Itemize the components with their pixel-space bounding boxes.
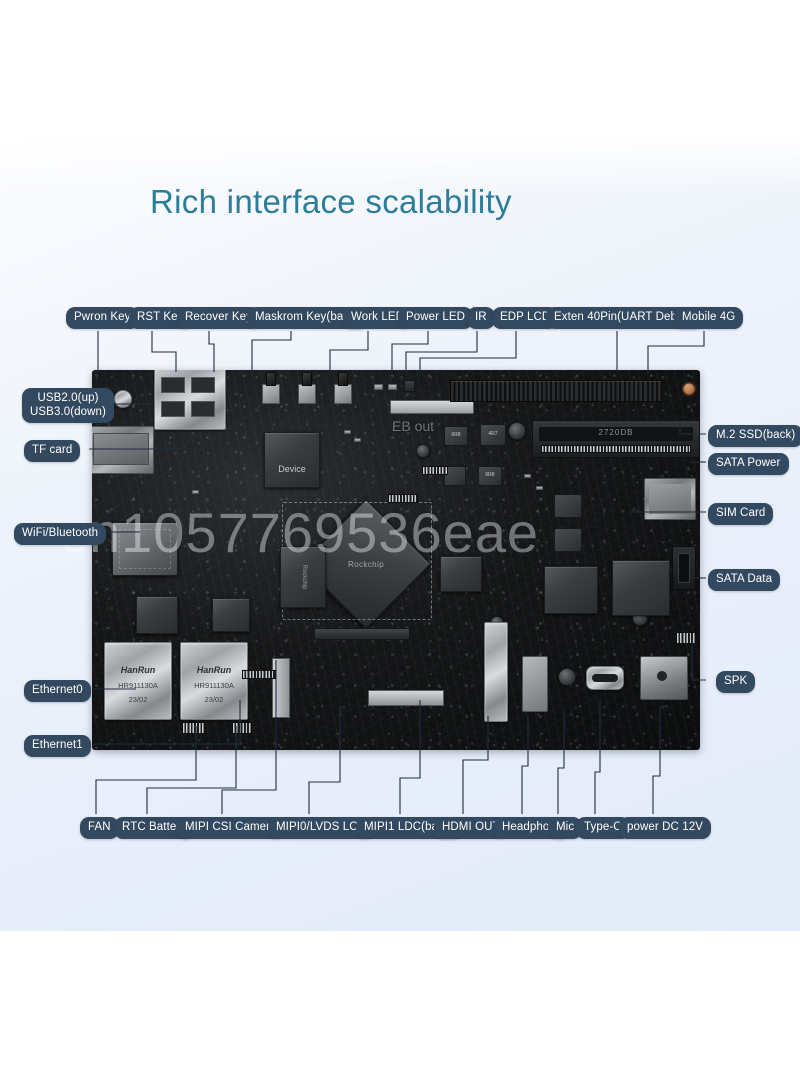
smd-cluster-4 [536, 486, 543, 490]
usb-stacked-port [154, 370, 226, 430]
inductor-6r8-a-label: 6R8 [451, 432, 461, 438]
ethernet-date-0: 23/02 [128, 695, 148, 704]
spk-connector [676, 632, 696, 644]
tf-card-slot [92, 426, 154, 474]
smd-cluster-1 [344, 430, 351, 434]
pmic-chip: Rockchip [280, 546, 326, 608]
inductor-4r7-label: 4R7 [488, 431, 498, 437]
recover-key-cap [338, 372, 348, 386]
rst-key [298, 384, 316, 404]
smd-cluster-2 [354, 438, 361, 442]
callout-spk[interactable]: SPK [716, 671, 756, 693]
inductor-6r8-a: 6R8 [444, 426, 468, 446]
product-infographic: Rich interface scalability HanRun HR9111… [0, 0, 800, 1067]
mipi-csi-camera-connector [272, 658, 290, 718]
callout-pwron-key[interactable]: Pwron Key [66, 307, 139, 329]
ethernet-jack-1: HanRun HR911130A 23/02 [180, 642, 248, 720]
aux-chip-a [544, 566, 598, 614]
headphone-jack [522, 656, 548, 712]
m2-slot-code: 2720DB [598, 428, 634, 437]
callout-sim-card[interactable]: SIM Card [708, 503, 774, 525]
pwron-key [262, 384, 280, 404]
mounting-hole-tr [682, 382, 696, 396]
page-title: Rich interface scalability [150, 183, 512, 220]
aux-chip-d [212, 598, 250, 632]
device-chip-label: Device [278, 463, 306, 474]
capacitor-b [416, 444, 430, 458]
callout-sata-power[interactable]: SATA Power [708, 453, 789, 475]
fan-connector [182, 722, 206, 734]
type-c-port [586, 666, 624, 690]
pmic-label: Rockchip [300, 564, 307, 590]
sim-card-slot [644, 478, 696, 520]
header-small-3 [242, 670, 276, 679]
inductor-e [554, 528, 582, 552]
ethernet-brand-1: HanRun [196, 665, 232, 675]
header-small-1 [422, 466, 448, 475]
board-photo: HanRun HR911130A 23/02 HanRun HR911130A … [92, 370, 700, 750]
callout-tf-card[interactable]: TF card [24, 440, 81, 462]
callout-usb-ports[interactable]: USB2.0(up) USB3.0(down) [22, 388, 114, 423]
callout-sata-data[interactable]: SATA Data [708, 569, 781, 591]
hdmi-out-port [484, 622, 508, 722]
inductor-6r8-b-label: 6R8 [485, 472, 495, 478]
ir-receiver [404, 380, 415, 392]
header-small-2 [388, 494, 418, 503]
m2-ssd-slot: 2720DB [532, 420, 700, 458]
dc-power-jack [640, 656, 688, 700]
inductor-4r7: 4R7 [480, 424, 506, 446]
callout-power-dc[interactable]: power DC 12V [619, 817, 711, 839]
callout-ir[interactable]: IR [467, 307, 495, 329]
sata-data-connector [672, 546, 696, 590]
ethernet-date-1: 23/02 [204, 695, 224, 704]
pcb: HanRun HR911130A 23/02 HanRun HR911130A … [92, 370, 700, 750]
inductor-d [554, 494, 582, 518]
ethernet-model-1: HR911130A [194, 681, 234, 690]
ethernet-model-0: HR911130A [118, 681, 158, 690]
callout-power-led[interactable]: Power LED [398, 307, 474, 329]
mic-component [558, 668, 576, 686]
rst-key-cap [302, 372, 312, 386]
inductor-6r8-b: 6R8 [478, 466, 502, 486]
mipi1-ldc-connector [314, 628, 410, 640]
capacitor-a [508, 422, 526, 440]
work-led [374, 384, 383, 390]
pwron-key-cap [266, 372, 276, 386]
power-led [388, 384, 397, 390]
callout-ethernet0[interactable]: Ethernet0 [24, 680, 91, 702]
uart-debug-40pin-header [450, 380, 662, 402]
aux-chip-e [136, 596, 178, 634]
ethernet-brand-0: HanRun [120, 665, 156, 675]
mipi0-lvds-lcd-connector [368, 690, 444, 706]
callout-ethernet1[interactable]: Ethernet1 [24, 735, 91, 757]
callout-mobile-4g[interactable]: Mobile 4G [674, 307, 744, 329]
callout-usb-line1: USB2.0(up) [37, 392, 99, 404]
smd-cluster-3 [524, 474, 531, 478]
smd-cluster-5 [192, 490, 199, 494]
callout-fan[interactable]: FAN [80, 817, 119, 839]
callout-wifi-bluetooth[interactable]: WiFi/Bluetooth [14, 523, 107, 545]
antenna-connector [114, 390, 132, 408]
aux-chip-c [440, 556, 482, 592]
callout-m2-ssd[interactable]: M.2 SSD(back) [708, 425, 800, 447]
edp-lcd-connector [390, 400, 474, 414]
rtc-battery-connector [232, 722, 252, 734]
wifi-bluetooth-module [112, 522, 178, 576]
device-chip: Device [264, 432, 320, 488]
callout-usb-line2: USB3.0(down) [30, 406, 106, 419]
aux-chip-b [612, 560, 670, 616]
recover-key [334, 384, 352, 404]
ethernet-jack-0: HanRun HR911130A 23/02 [104, 642, 172, 720]
